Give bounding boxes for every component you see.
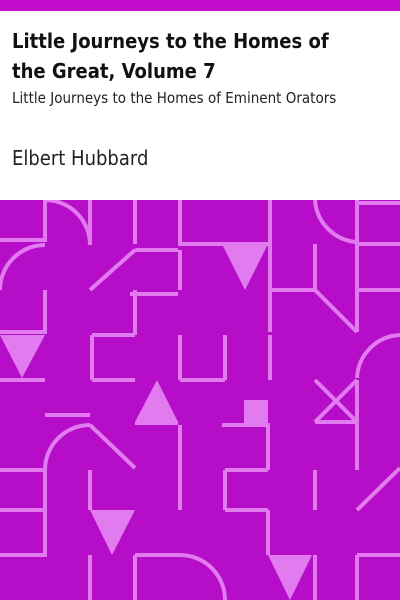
book-cover: Little Journeys to the Homes of the Grea… (0, 0, 400, 600)
accent-bar (0, 0, 400, 11)
book-subtitle: Little Journeys to the Homes of Eminent … (12, 89, 337, 107)
book-author: Elbert Hubbard (12, 146, 149, 170)
square-shape (244, 400, 268, 424)
cover-pattern (0, 200, 400, 600)
book-title: Little Journeys to the Homes of the Grea… (12, 29, 329, 83)
pattern-background (0, 200, 400, 600)
